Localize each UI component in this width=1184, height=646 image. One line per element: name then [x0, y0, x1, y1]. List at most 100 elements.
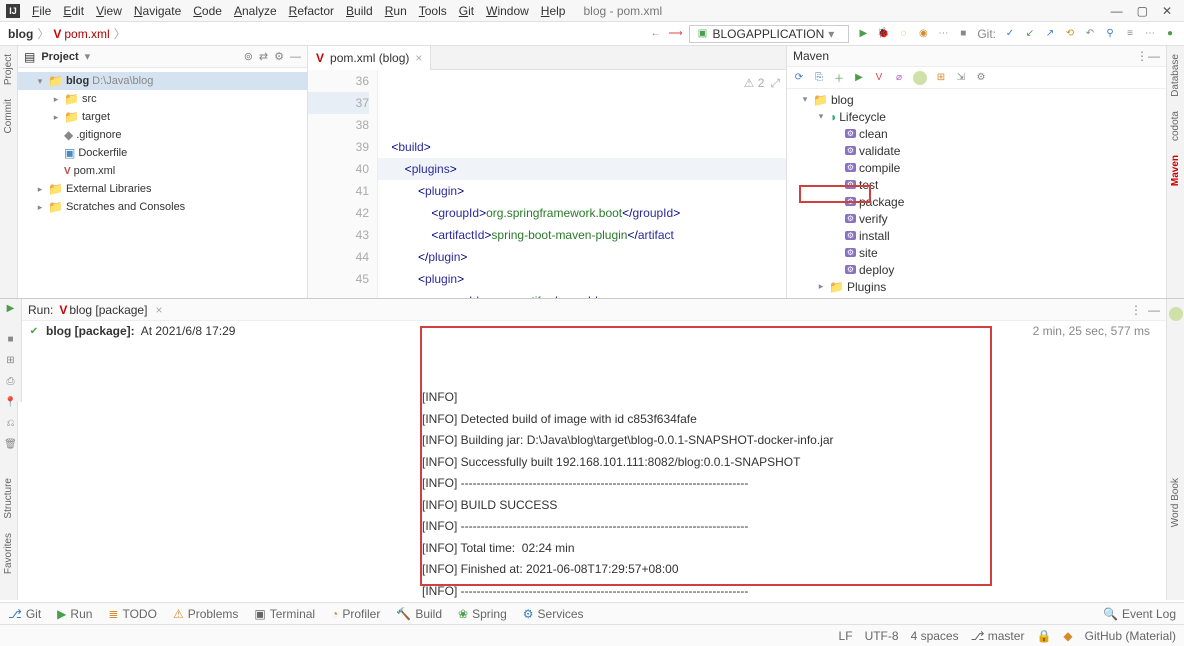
maximize-button[interactable]: ▢	[1137, 4, 1148, 18]
run-maven-icon[interactable]: ▶	[853, 72, 865, 84]
run-hide-icon[interactable]: —	[1148, 303, 1160, 317]
status-encoding[interactable]: UTF-8	[865, 629, 899, 643]
commit-icon[interactable]: ↙	[1024, 28, 1036, 40]
tree-item-gitignore[interactable]: ◆ .gitignore	[18, 126, 307, 144]
project-pane-title[interactable]: Project	[41, 51, 78, 63]
debug-icon[interactable]: 🐞	[877, 28, 889, 40]
left-tab-favorites[interactable]: Favorites	[2, 529, 15, 578]
right-tab-database[interactable]: Database	[1169, 50, 1182, 101]
tree-item-scratchesandconsoles[interactable]: ▸📁 Scratches and Consoles	[18, 198, 307, 216]
maven-item-deploy[interactable]: ⚙ deploy	[787, 261, 1166, 278]
tool-run[interactable]: ▶Run	[57, 607, 92, 621]
maven-item-lifecycle[interactable]: ▾◑ Lifecycle	[787, 108, 1166, 125]
right-tab-maven[interactable]: Maven	[1169, 151, 1182, 190]
tool-profiler[interactable]: ◔Profiler	[331, 607, 380, 621]
menu-file[interactable]: File	[26, 2, 57, 20]
maven-item-test[interactable]: ⚙ test	[787, 176, 1166, 193]
status-branch[interactable]: ⎇ master	[971, 629, 1025, 643]
breadcrumb-root[interactable]: blog	[8, 27, 33, 41]
maven-dots-icon[interactable]: ⋮	[1136, 49, 1148, 63]
left-tab-project[interactable]: Project	[2, 50, 15, 89]
tool-build[interactable]: 🔨Build	[396, 607, 442, 621]
theme-icon[interactable]: ◆	[1063, 629, 1072, 643]
search-icon[interactable]: ⚲	[1104, 28, 1116, 40]
menu-navigate[interactable]: Navigate	[128, 2, 187, 20]
run-tab[interactable]: blog [package]	[59, 303, 147, 317]
expand-icon[interactable]: ⤢	[770, 72, 780, 94]
reload-icon[interactable]: ⟳	[793, 72, 805, 84]
menu-code[interactable]: Code	[187, 2, 228, 20]
minimize-button[interactable]: —	[1111, 4, 1123, 18]
trash-icon[interactable]: 🗑	[5, 439, 17, 450]
maven-item-plugins[interactable]: ▸📁 Plugins	[787, 278, 1166, 295]
maven-item-verify[interactable]: ⚙ verify	[787, 210, 1166, 227]
target-icon[interactable]: ⊚	[244, 50, 253, 63]
menu-git[interactable]: Git	[453, 2, 480, 20]
console-output-body[interactable]: [INFO][INFO] Detected build of image wit…	[22, 342, 1166, 600]
status-theme[interactable]: GitHub (Material)	[1085, 629, 1176, 643]
menu-edit[interactable]: Edit	[57, 2, 90, 20]
tool-problems[interactable]: ⚠Problems	[173, 607, 238, 621]
tool-terminal[interactable]: ▣Terminal	[254, 607, 315, 621]
left-tab-structure[interactable]: Structure	[2, 474, 15, 523]
add-icon[interactable]: ＋	[833, 72, 845, 84]
tree-item-dockerfile[interactable]: ▣ Dockerfile	[18, 144, 307, 162]
close-tab-icon[interactable]: ×	[415, 51, 422, 65]
right-tab-wordbook[interactable]: Word Book	[1169, 474, 1182, 531]
maven-item-validate[interactable]: ⚙ validate	[787, 142, 1166, 159]
editor-tab[interactable]: V pom.xml (blog) ×	[308, 46, 431, 70]
tool-spring[interactable]: ❀Spring	[458, 607, 507, 621]
hide-icon[interactable]: —	[290, 51, 301, 63]
menu-help[interactable]: Help	[535, 2, 572, 20]
menu-refactor[interactable]: Refactor	[283, 2, 340, 20]
run-dots-icon[interactable]: ⋮	[1130, 303, 1142, 317]
generate-icon[interactable]: ⎘	[813, 72, 825, 84]
filter-icon[interactable]: ⎌	[5, 418, 17, 429]
memory-indicator[interactable]	[1169, 307, 1183, 321]
skip-tests-icon[interactable]: ⌀	[893, 72, 905, 84]
menu-run[interactable]: Run	[379, 2, 413, 20]
camera-icon[interactable]: ⎙	[5, 376, 17, 387]
bug-icon[interactable]: ⟶	[669, 28, 681, 40]
rollback-icon[interactable]: ↶	[1084, 28, 1096, 40]
coverage-icon[interactable]: ◌	[897, 28, 909, 40]
menu-tools[interactable]: Tools	[413, 2, 453, 20]
tree-item-blog[interactable]: ▾📁 blog D:\Java\blog	[18, 72, 307, 90]
menu-window[interactable]: Window	[480, 2, 535, 20]
pin-icon[interactable]: 📍	[5, 397, 17, 408]
status-lf[interactable]: LF	[839, 629, 853, 643]
maven-item-clean[interactable]: ⚙ clean	[787, 125, 1166, 142]
show-deps-icon[interactable]: ⊞	[935, 72, 947, 84]
maven-item-compile[interactable]: ⚙ compile	[787, 159, 1166, 176]
run-config-selector[interactable]: ▣BLOGAPPLICATION▾	[689, 25, 849, 43]
tree-item-src[interactable]: ▸📁 src	[18, 90, 307, 108]
more-icon[interactable]: ⋯	[1144, 28, 1156, 40]
maven-item-package[interactable]: ⚙ package	[787, 193, 1166, 210]
stop-run-icon[interactable]: ■	[5, 334, 17, 345]
rerun-icon[interactable]: ▶	[5, 303, 17, 314]
tree-item-pomxml[interactable]: V pom.xml	[18, 162, 307, 180]
tool-todo[interactable]: ≣TODO	[108, 607, 157, 621]
maven-item-site[interactable]: ⚙ site	[787, 244, 1166, 261]
tool-git[interactable]: ⎇Git	[8, 607, 41, 621]
layout-icon[interactable]: ⊞	[5, 355, 17, 366]
lock-icon[interactable]: 🔒	[1036, 629, 1051, 643]
settings-icon[interactable]: ≡	[1124, 28, 1136, 40]
breadcrumb-file[interactable]: pom.xml	[53, 27, 109, 41]
warnings-badge[interactable]: ⚠ 2	[744, 72, 765, 94]
run-icon[interactable]: ▶	[857, 28, 869, 40]
event-log[interactable]: 🔍Event Log	[1103, 607, 1176, 621]
tree-item-externallibraries[interactable]: ▸📁 External Libraries	[18, 180, 307, 198]
toggle-icon[interactable]: V	[873, 72, 885, 84]
maven-settings-icon[interactable]: ⚙	[975, 72, 987, 84]
tool-services[interactable]: ⚙Services	[523, 607, 584, 621]
gear-icon[interactable]: ⚙	[274, 50, 284, 63]
avatar-icon[interactable]: ●	[1164, 28, 1176, 40]
history-icon[interactable]: ⟲	[1064, 28, 1076, 40]
close-button[interactable]: ✕	[1162, 4, 1172, 18]
menu-analyze[interactable]: Analyze	[228, 2, 283, 20]
profile-icon[interactable]: ◉	[917, 28, 929, 40]
menu-view[interactable]: View	[90, 2, 128, 20]
back-icon[interactable]: ←	[649, 28, 661, 40]
attach-icon[interactable]: ⋯	[937, 28, 949, 40]
